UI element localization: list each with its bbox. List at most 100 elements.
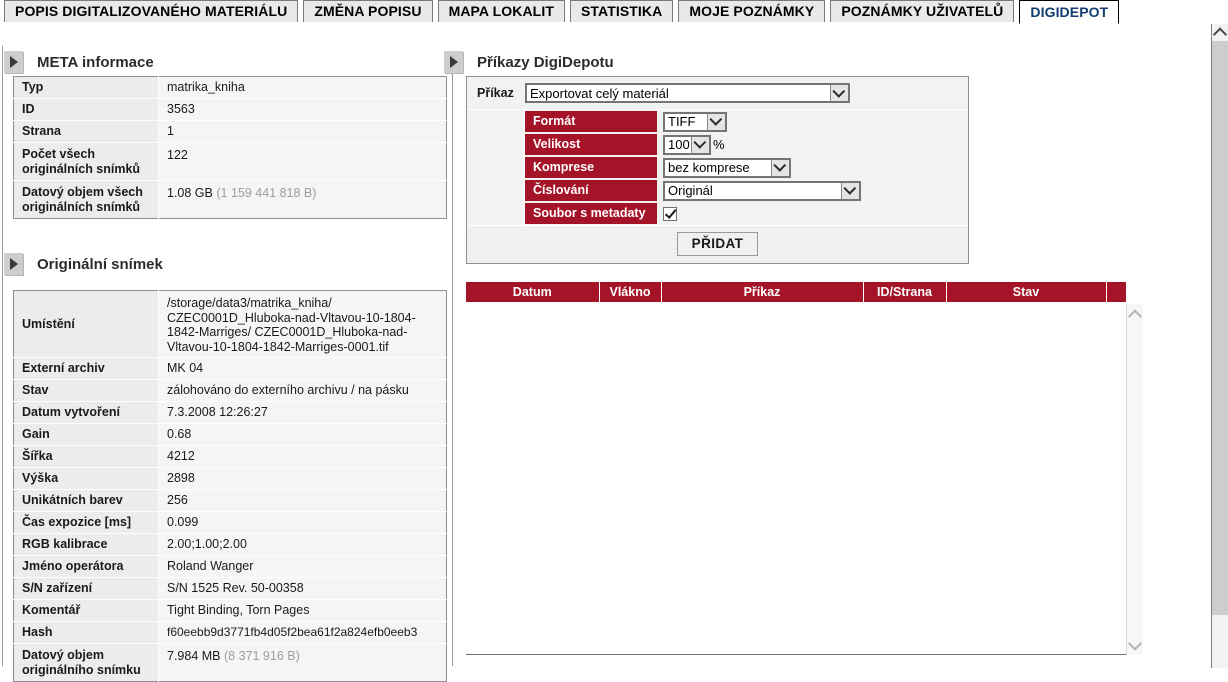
original-value-text: /storage/data3/matrika_kniha/ CZEC0001D_… bbox=[167, 296, 416, 354]
panel-header-meta: META informace bbox=[4, 50, 154, 74]
column-header-prikaz[interactable]: Příkaz bbox=[661, 282, 864, 302]
tab-digidepot[interactable]: DIGIDEPOT bbox=[1019, 0, 1120, 24]
panel-title-meta: META informace bbox=[37, 53, 154, 71]
original-value-bytes: (8 371 916 B) bbox=[224, 649, 300, 663]
command-select[interactable]: Exportovat celý materiál bbox=[525, 83, 850, 103]
table-row: Externí archiv MK 04 bbox=[13, 357, 447, 380]
size-unit-label: % bbox=[713, 137, 725, 152]
page-scrollbar[interactable] bbox=[1211, 24, 1228, 668]
option-label-numbering: Číslování bbox=[525, 179, 657, 201]
compression-select[interactable]: bez komprese bbox=[663, 157, 791, 178]
option-label-compression: Komprese bbox=[525, 156, 657, 178]
original-value: MK 04 bbox=[158, 357, 447, 380]
original-value-text: 7.984 MB bbox=[167, 649, 221, 663]
format-select-value: TIFF bbox=[668, 114, 696, 129]
original-key: Stav bbox=[13, 379, 159, 402]
main-tab-bar: POPIS DIGITALIZOVANÉHO MATERIÁLU ZMĚNA P… bbox=[0, 0, 1228, 24]
meta-toggle-button[interactable] bbox=[4, 51, 23, 73]
meta-value-text: matrika_kniha bbox=[167, 80, 245, 94]
option-value-metadata-file bbox=[663, 206, 677, 221]
commands-toggle-button[interactable] bbox=[444, 51, 463, 73]
tab-mapa-lokalit[interactable]: MAPA LOKALIT bbox=[437, 0, 565, 22]
column-header-id-strana[interactable]: ID/Strana bbox=[863, 282, 947, 302]
table-row: Čas expozice [ms] 0.099 bbox=[13, 511, 447, 534]
table-row: Počet všech originálních snímků 122 bbox=[13, 142, 447, 181]
command-options-wrapper: Formát TIFF Velikost 100 % Komprese bez … bbox=[467, 110, 968, 225]
right-column-rule bbox=[452, 70, 453, 666]
scroll-up-icon[interactable] bbox=[1127, 306, 1143, 323]
page-content: META informace Typ matrika_kniha ID 3563… bbox=[0, 24, 1211, 682]
option-row-format: Formát TIFF bbox=[525, 110, 861, 133]
option-label-metadata-file: Soubor s metadaty bbox=[525, 202, 657, 224]
panel-header-commands: Příkazy DigiDepotu bbox=[444, 50, 614, 74]
options-left-spacer bbox=[467, 110, 525, 225]
original-key: RGB kalibrace bbox=[13, 533, 159, 556]
scroll-down-icon[interactable] bbox=[1127, 636, 1143, 653]
original-value: S/N 1525 Rev. 50-00358 bbox=[158, 577, 447, 600]
table-header-row: Datum Vlákno Příkaz ID/Strana Stav bbox=[466, 282, 1126, 302]
column-header-stav[interactable]: Stav bbox=[946, 282, 1107, 302]
original-image-toggle-button[interactable] bbox=[4, 253, 23, 275]
original-key: Gain bbox=[13, 423, 159, 446]
option-value-size: 100 % bbox=[663, 134, 725, 155]
tab-zmena-popisu[interactable]: ZMĚNA POPISU bbox=[303, 0, 433, 22]
metadata-file-checkbox[interactable] bbox=[663, 206, 677, 221]
add-button[interactable]: PŘIDAT bbox=[676, 232, 759, 256]
original-value: 4212 bbox=[158, 445, 447, 468]
chevron-down-icon bbox=[691, 136, 709, 153]
table-row: Datum vytvoření 7.3.2008 12:26:27 bbox=[13, 401, 447, 424]
numbering-select[interactable]: Originál bbox=[663, 180, 861, 201]
meta-value: 3563 bbox=[158, 98, 447, 121]
tab-poznamky-uzivatelu[interactable]: POZNÁMKY UŽIVATELŮ bbox=[830, 0, 1015, 22]
original-key: Šířka bbox=[13, 445, 159, 468]
triangle-right-icon bbox=[9, 56, 18, 68]
original-value: 2.00;1.00;2.00 bbox=[158, 533, 447, 556]
meta-key: Strana bbox=[13, 120, 159, 143]
format-select[interactable]: TIFF bbox=[663, 111, 727, 132]
column-header-vlakno[interactable]: Vlákno bbox=[599, 282, 662, 302]
original-key: Unikátních barev bbox=[13, 489, 159, 512]
meta-value: 1.08 GB (1 159 441 818 B) bbox=[158, 180, 447, 219]
table-row: Unikátních barev 256 bbox=[13, 489, 447, 512]
table-row: Jméno operátora Roland Wanger bbox=[13, 555, 447, 578]
original-key: Čas expozice [ms] bbox=[13, 511, 159, 534]
table-row: Umístění /storage/data3/matrika_kniha/ C… bbox=[13, 290, 447, 358]
page-scroll-up-icon[interactable] bbox=[1212, 24, 1228, 41]
original-value-text: 256 bbox=[167, 493, 188, 507]
original-value: Roland Wanger bbox=[158, 555, 447, 578]
original-value-text: 2898 bbox=[167, 471, 195, 485]
original-value: 0.68 bbox=[158, 423, 447, 446]
meta-key: Typ bbox=[13, 76, 159, 99]
chevron-down-icon bbox=[771, 159, 789, 176]
original-value-text: f60eebb9d3771fb4d05f2bea61f2a824efb0eeb3 bbox=[167, 625, 418, 639]
chevron-down-icon bbox=[707, 113, 725, 130]
size-select[interactable]: 100 bbox=[663, 134, 711, 155]
original-key: Umístění bbox=[13, 290, 159, 358]
page-scrollbar-thumb[interactable] bbox=[1212, 41, 1228, 615]
original-image-table: Umístění /storage/data3/matrika_kniha/ C… bbox=[13, 290, 447, 682]
original-key: Datový objem originálního snímku bbox=[13, 643, 159, 682]
meta-key: ID bbox=[13, 98, 159, 121]
meta-value-text: 1 bbox=[167, 124, 174, 138]
meta-value: 1 bbox=[158, 120, 447, 143]
table-row: S/N zařízení S/N 1525 Rev. 50-00358 bbox=[13, 577, 447, 600]
original-value: 256 bbox=[158, 489, 447, 512]
tab-moje-poznamky[interactable]: MOJE POZNÁMKY bbox=[678, 0, 826, 22]
job-queue-table-body bbox=[466, 304, 1126, 655]
original-value-text: Tight Binding, Torn Pages bbox=[167, 603, 310, 617]
meta-value-text: 1.08 GB bbox=[167, 186, 213, 200]
table-row: Komentář Tight Binding, Torn Pages bbox=[13, 599, 447, 622]
tab-popis-digitalizovaneho-materialu[interactable]: POPIS DIGITALIZOVANÉHO MATERIÁLU bbox=[4, 0, 299, 22]
meta-value-text: 3563 bbox=[167, 102, 195, 116]
option-row-numbering: Číslování Originál bbox=[525, 179, 861, 202]
table-row: Datový objem všech originálních snímků 1… bbox=[13, 180, 447, 219]
panel-title-original-image: Originální snímek bbox=[37, 255, 163, 273]
original-value: 7.984 MB (8 371 916 B) bbox=[158, 643, 447, 682]
column-header-datum[interactable]: Datum bbox=[466, 282, 600, 302]
tab-statistika[interactable]: STATISTIKA bbox=[569, 0, 674, 22]
job-table-scrollbar[interactable] bbox=[1126, 304, 1143, 655]
original-value-text: 7.3.2008 12:26:27 bbox=[167, 405, 268, 419]
original-key: Datum vytvoření bbox=[13, 401, 159, 424]
original-key: Komentář bbox=[13, 599, 159, 622]
table-row: Gain 0.68 bbox=[13, 423, 447, 446]
